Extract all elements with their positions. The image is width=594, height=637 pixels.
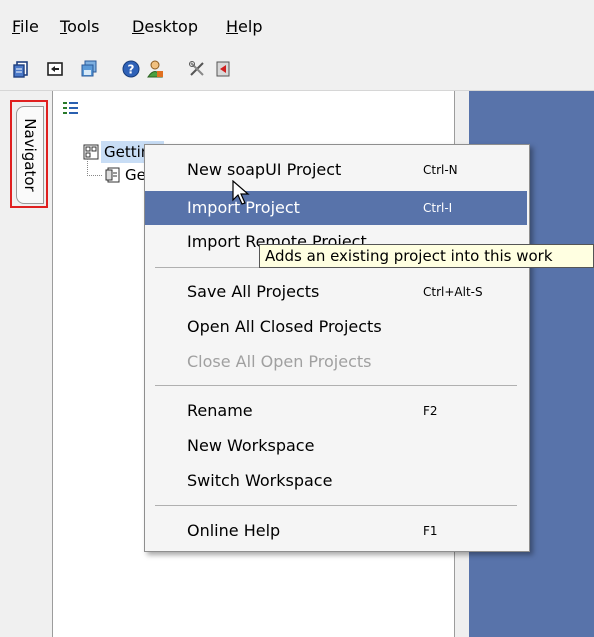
tree-connector [87, 159, 102, 176]
preferences-icon[interactable] [188, 60, 206, 78]
menu-item-import-project[interactable]: Import Project Ctrl-I [145, 191, 527, 225]
menu-item-save-all-projects[interactable]: Save All Projects Ctrl+Alt-S [145, 275, 527, 309]
menu-item-new-soapui-project[interactable]: New soapUI Project Ctrl-N [145, 153, 527, 187]
workspace-icon [83, 144, 99, 160]
help-icon[interactable]: ? [122, 60, 140, 78]
context-menu: New soapUI Project Ctrl-N Import Project… [144, 144, 530, 552]
import-icon[interactable] [46, 60, 64, 78]
main-toolbar: ? [0, 50, 594, 91]
menu-tools[interactable]: Tools [60, 17, 99, 36]
menu-file[interactable]: File [12, 17, 39, 36]
menu-separator [155, 505, 517, 506]
mouse-cursor-icon [232, 180, 250, 205]
navigator-tab[interactable]: Navigator [16, 106, 44, 204]
menu-bar: File Tools Desktop Help [0, 0, 594, 50]
menu-desktop[interactable]: Desktop [132, 17, 198, 36]
menu-item-rename[interactable]: Rename F2 [145, 394, 527, 428]
save-all-icon[interactable] [80, 60, 98, 78]
svg-text:?: ? [128, 63, 135, 77]
menu-item-open-all-closed-projects[interactable]: Open All Closed Projects [145, 310, 527, 344]
menu-help[interactable]: Help [226, 17, 262, 36]
user-icon[interactable] [146, 60, 164, 78]
menu-item-switch-workspace[interactable]: Switch Workspace [145, 464, 527, 498]
list-view-icon[interactable] [63, 101, 79, 115]
new-project-icon[interactable] [12, 60, 30, 78]
project-icon [105, 167, 120, 183]
navigator-tab-label: Navigator [21, 118, 39, 192]
exit-icon[interactable] [214, 60, 232, 78]
menu-separator [155, 385, 517, 386]
navigator-tab-highlight: Navigator [10, 100, 48, 208]
menu-item-new-workspace[interactable]: New Workspace [145, 429, 527, 463]
menu-item-close-all-open-projects: Close All Open Projects [187, 352, 372, 371]
menu-item-online-help[interactable]: Online Help F1 [145, 514, 527, 548]
tooltip: Adds an existing project into this work [259, 244, 594, 268]
